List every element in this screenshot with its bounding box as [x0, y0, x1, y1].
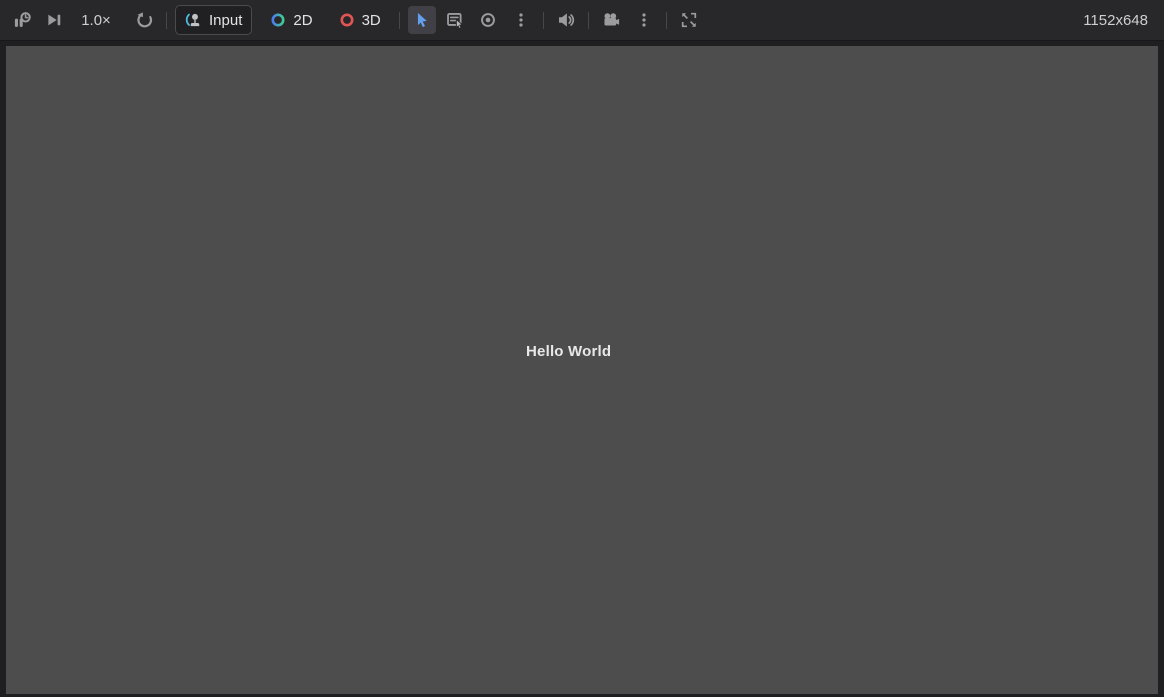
next-frame-button[interactable]	[40, 6, 68, 34]
list-select-mode-button[interactable]	[441, 6, 469, 34]
pause-icon	[13, 11, 32, 30]
hello-world-label: Hello World	[526, 343, 611, 360]
toolbar-separator	[399, 12, 400, 29]
reload-button[interactable]	[130, 6, 158, 34]
toolbar-separator	[166, 12, 167, 29]
fullscreen-icon	[680, 11, 698, 29]
fullscreen-button[interactable]	[675, 6, 703, 34]
list-select-icon	[446, 11, 464, 29]
audio-mute-button[interactable]	[552, 6, 580, 34]
embed-options-menu-button[interactable]	[630, 6, 658, 34]
camera-3d-label: 3D	[362, 12, 381, 29]
joystick-icon	[185, 12, 202, 29]
camera-override-button[interactable]	[474, 6, 502, 34]
movie-camera-icon	[602, 11, 620, 29]
game-toolbar: 1.0× Input 2D	[0, 0, 1164, 41]
input-mode-toggle[interactable]: Input	[175, 5, 252, 35]
camera-2d-label: 2D	[293, 12, 312, 29]
next-frame-icon	[45, 11, 63, 29]
camera-override-menu-button[interactable]	[507, 6, 535, 34]
viewport-resolution-label: 1152x648	[1083, 12, 1148, 29]
toolbar-separator	[666, 12, 667, 29]
ring-3d-icon	[339, 12, 355, 28]
select-cursor-icon	[413, 11, 431, 29]
camera-override-icon	[479, 11, 497, 29]
toolbar-separator	[588, 12, 589, 29]
speaker-icon	[557, 11, 575, 29]
camera-3d-toggle[interactable]: 3D	[329, 5, 391, 35]
toolbar-separator	[543, 12, 544, 29]
ring-2d-icon	[270, 12, 286, 28]
movie-maker-button[interactable]	[597, 6, 625, 34]
select-mode-button[interactable]	[408, 6, 436, 34]
game-viewport[interactable]: Hello World	[6, 46, 1158, 694]
playback-speed-value[interactable]: 1.0×	[74, 12, 118, 29]
menu-dots-icon	[636, 11, 652, 29]
pause-button[interactable]	[8, 6, 36, 34]
input-mode-label: Input	[209, 12, 242, 29]
reload-icon	[135, 11, 153, 29]
menu-dots-icon	[513, 11, 529, 29]
camera-2d-toggle[interactable]: 2D	[260, 5, 322, 35]
